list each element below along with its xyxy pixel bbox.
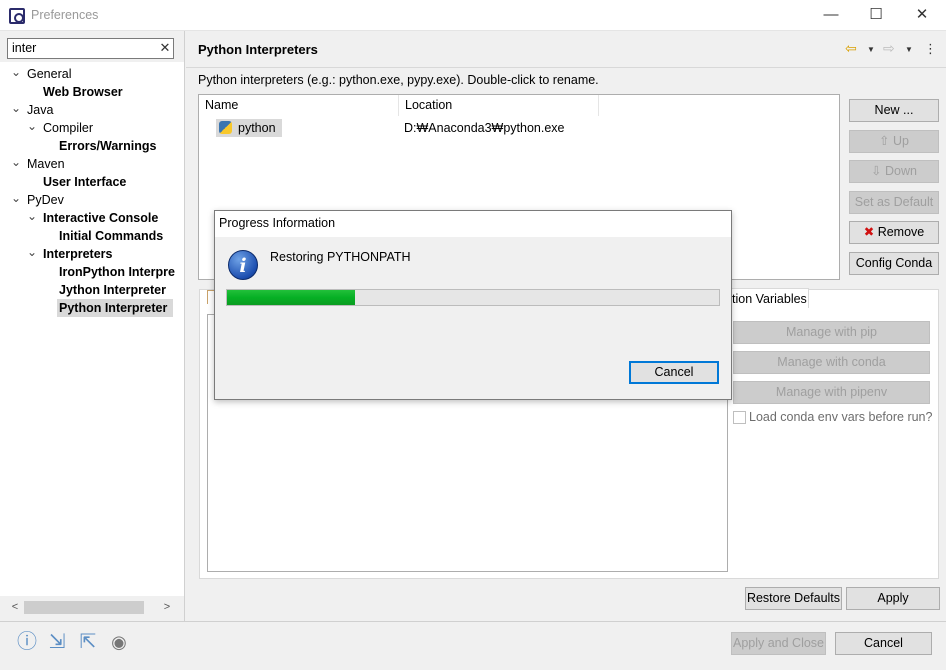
tree-item[interactable]: General [27, 65, 71, 83]
dialog-cancel-button[interactable]: Cancel [629, 361, 719, 384]
tree-item[interactable]: Errors/Warnings [59, 137, 156, 155]
back-menu-chevron-icon[interactable]: ▼ [867, 45, 875, 54]
tree-expand-chevron-icon[interactable]: ⌄ [27, 210, 37, 222]
up-label: Up [892, 134, 909, 148]
restore-defaults-button[interactable]: Restore Defaults [745, 587, 842, 610]
bottom-separator [0, 621, 946, 622]
info-icon: i [228, 250, 258, 280]
apply-button[interactable]: Apply [846, 587, 940, 610]
tab-environment-variables[interactable]: tion Variables [727, 288, 809, 308]
tree-expand-chevron-icon[interactable]: ⌄ [11, 102, 21, 114]
minimize-button[interactable]: — [808, 0, 854, 31]
tree-expand-chevron-icon[interactable]: ⌄ [27, 120, 37, 132]
preference-tree: ⌄ General Web Browser ⌄ Java ⌄ Compiler Errors/… [0, 62, 185, 596]
forward-menu-chevron-icon[interactable]: ▼ [905, 45, 913, 54]
manage-with-pip-button[interactable]: Manage with pip [733, 321, 930, 344]
down-button[interactable]: ⇩ Down [849, 160, 939, 183]
tree-expand-chevron-icon[interactable]: ⌄ [27, 246, 37, 258]
window-title: Preferences [31, 8, 99, 22]
interpreters-description: Python interpreters (e.g.: python.exe, p… [198, 73, 599, 87]
page-title: Python Interpreters [198, 42, 318, 57]
tree-item[interactable]: Initial Commands [59, 227, 163, 245]
progress-bar-fill [227, 290, 355, 305]
pane-divider[interactable] [184, 31, 185, 621]
set-as-default-button[interactable]: Set as Default [849, 191, 939, 214]
view-menu-icon[interactable]: ⋮ [924, 41, 937, 57]
load-conda-env-label: Load conda env vars before run? [749, 410, 933, 424]
tree-item[interactable]: Compiler [43, 119, 93, 137]
up-button[interactable]: ⇧ Up [849, 130, 939, 153]
scroll-left-icon[interactable]: < [8, 599, 22, 616]
tree-item[interactable]: PyDev [27, 191, 64, 209]
remove-button[interactable]: ✖ Remove [849, 221, 939, 244]
tree-item[interactable]: Java [27, 101, 53, 119]
title-bar [0, 0, 946, 31]
down-label: Down [884, 164, 917, 178]
manage-with-conda-button[interactable]: Manage with conda [733, 351, 930, 374]
config-conda-button[interactable]: Config Conda [849, 252, 939, 275]
progress-dialog: Progress Information i Restoring PYTHONP… [214, 210, 732, 400]
remove-label: Remove [877, 225, 925, 239]
up-arrow-icon: ⇧ [879, 134, 893, 148]
tree-expand-chevron-icon[interactable]: ⌄ [11, 192, 21, 204]
interpreter-location[interactable]: D:₩Anaconda3₩python.exe [404, 119, 565, 137]
tree-item[interactable]: Web Browser [43, 83, 123, 101]
tree-item[interactable]: Interactive Console [43, 209, 158, 227]
table-row-name[interactable]: python [216, 119, 282, 137]
help-icon[interactable]: ⓘ [16, 631, 38, 653]
manage-with-pipenv-button[interactable]: Manage with pipenv [733, 381, 930, 404]
scrollbar-thumb[interactable] [24, 601, 144, 614]
clear-filter-icon[interactable]: ✕ [158, 40, 172, 56]
tree-item[interactable]: IronPython Interpre [59, 263, 175, 281]
tree-expand-chevron-icon[interactable]: ⌄ [11, 156, 21, 168]
back-arrow-icon[interactable]: ⇦ [845, 40, 857, 57]
new-interpreter-button[interactable]: New ... [849, 99, 939, 122]
scroll-right-icon[interactable]: > [160, 599, 174, 616]
dialog-title: Progress Information [215, 211, 731, 237]
red-x-icon: ✖ [863, 225, 878, 239]
filter-input[interactable]: inter [7, 38, 174, 59]
column-header-name[interactable]: Name [199, 95, 399, 116]
column-header-location[interactable]: Location [399, 95, 599, 116]
title-separator [186, 67, 946, 68]
export-icon[interactable]: ⇱ [77, 631, 99, 653]
tree-item[interactable]: Maven [27, 155, 65, 173]
eclipse-app-icon [9, 8, 25, 24]
cancel-button[interactable]: Cancel [835, 632, 932, 655]
down-arrow-icon: ⇩ [871, 164, 885, 178]
close-window-button[interactable]: ✕ [899, 0, 945, 31]
import-icon[interactable]: ⇲ [46, 631, 68, 653]
tree-expand-chevron-icon[interactable]: ⌄ [11, 66, 21, 78]
tree-item[interactable]: Jython Interpreter [59, 281, 166, 299]
interpreter-name: python [238, 121, 276, 135]
python-icon [219, 121, 232, 134]
tree-item[interactable]: User Interface [43, 173, 126, 191]
load-conda-env-checkbox[interactable] [733, 411, 746, 424]
apply-and-close-button[interactable]: Apply and Close [731, 632, 826, 655]
progress-bar [226, 289, 720, 306]
tree-item[interactable]: Python Interpreter [57, 299, 173, 317]
maximize-button[interactable]: ☐ [853, 0, 899, 31]
tree-item[interactable]: Interpreters [43, 245, 112, 263]
progress-message: Restoring PYTHONPATH [270, 250, 411, 264]
record-icon[interactable]: ◉ [108, 631, 130, 653]
forward-arrow-icon[interactable]: ⇨ [883, 40, 895, 57]
